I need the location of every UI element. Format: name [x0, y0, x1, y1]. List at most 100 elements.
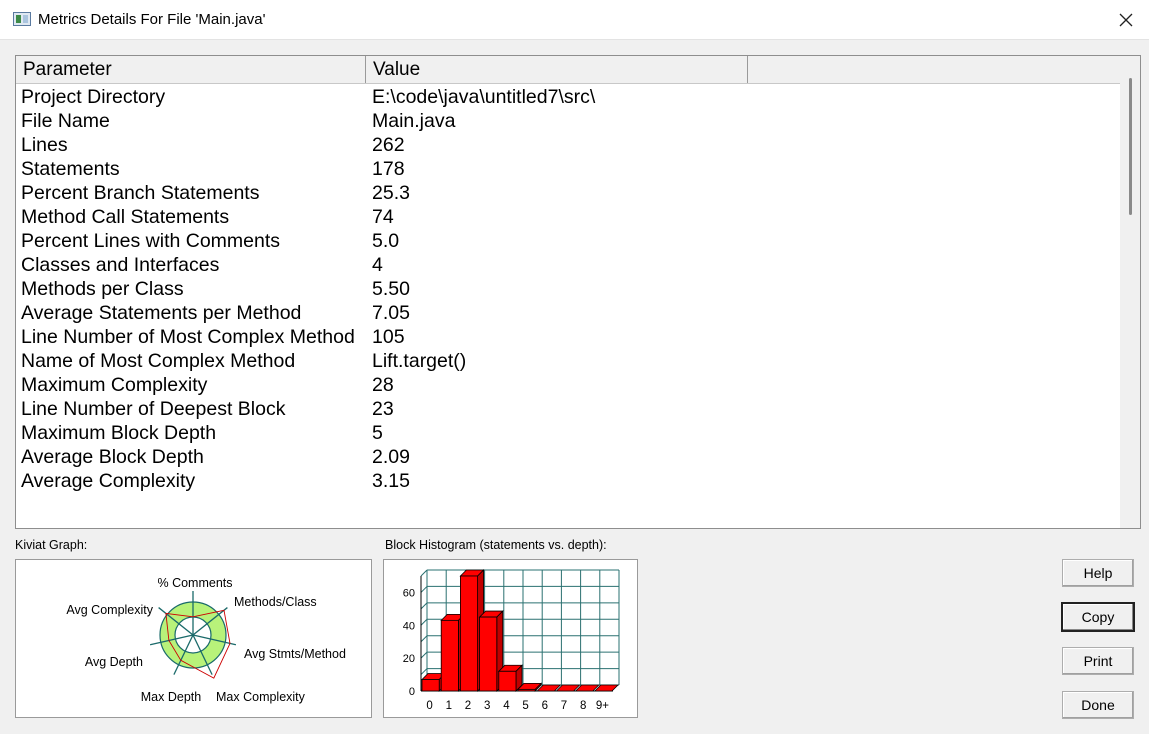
value-cell: 5	[372, 422, 383, 444]
histogram-label: Block Histogram (statements vs. depth):	[385, 538, 607, 552]
histogram-x-tick: 1	[446, 700, 452, 712]
histogram-bar	[460, 575, 479, 692]
histogram-svg: 0 20 40 60 0 1 2 3 4 5 6 7 8 9+	[403, 569, 620, 712]
table-row[interactable]: Methods per Class 5.50	[16, 277, 1116, 301]
help-button[interactable]: Help	[1062, 559, 1134, 587]
table-header: Parameter Value	[16, 56, 1120, 84]
histogram-x-tick: 0	[426, 700, 432, 712]
value-cell: 25.3	[372, 182, 410, 204]
kiviat-axis-label: Max Complexity	[216, 690, 306, 704]
value-cell: 105	[372, 326, 405, 348]
table-row[interactable]: Method Call Statements 74	[16, 205, 1116, 229]
histogram-gridline	[420, 618, 428, 626]
parameter-cell: File Name	[21, 110, 110, 132]
table-row[interactable]: Lines 262	[16, 133, 1116, 157]
table-row[interactable]: Percent Branch Statements 25.3	[16, 181, 1116, 205]
table-row[interactable]: Line Number of Most Complex Method 105	[16, 325, 1116, 349]
histogram-x-tick: 4	[503, 700, 510, 712]
kiviat-axis-label: Max Depth	[141, 690, 201, 704]
histogram-x-tick: 6	[542, 700, 548, 712]
histogram-gridline	[420, 651, 428, 659]
vertical-scrollbar[interactable]	[1120, 56, 1140, 528]
histogram-x-tick: 8	[580, 700, 586, 712]
parameter-cell: Average Statements per Method	[21, 302, 302, 324]
column-header-empty[interactable]	[748, 56, 1120, 83]
histogram-bar	[479, 616, 498, 692]
histogram-x-tick: 2	[465, 700, 471, 712]
histogram-gridline	[420, 602, 428, 610]
parameter-cell: Project Directory	[21, 86, 166, 108]
title-bar: Metrics Details For File 'Main.java'	[0, 0, 1149, 40]
value-cell: 74	[372, 206, 394, 228]
histogram-bar	[517, 688, 536, 692]
histogram-gridline	[420, 635, 428, 643]
block-histogram: 0 20 40 60 0 1 2 3 4 5 6 7 8 9+	[383, 559, 638, 718]
value-cell: 5.0	[372, 230, 400, 252]
table-row[interactable]: Name of Most Complex Method Lift.target()	[16, 349, 1116, 373]
value-cell: 262	[372, 134, 405, 156]
table-row[interactable]: File Name Main.java	[16, 109, 1116, 133]
histogram-gridline	[420, 586, 428, 593]
histogram-y-tick: 20	[403, 653, 415, 665]
parameter-cell: Line Number of Most Complex Method	[21, 326, 355, 348]
table-row[interactable]: Average Block Depth 2.09	[16, 445, 1116, 469]
histogram-gridline	[420, 668, 428, 675]
metrics-table: Parameter Value Project Directory E:\code…	[15, 55, 1141, 529]
parameter-cell: Name of Most Complex Method	[21, 350, 296, 372]
table-row[interactable]: Project Directory E:\code\java\untitled7\…	[16, 85, 1116, 109]
parameter-cell: Average Block Depth	[21, 446, 204, 468]
close-button[interactable]	[1103, 0, 1149, 40]
value-cell: 4	[372, 254, 383, 276]
kiviat-axis-label: Methods/Class	[234, 595, 317, 609]
copy-button[interactable]: Copy	[1062, 603, 1134, 631]
value-cell: 5.50	[372, 278, 410, 300]
value-cell: 7.05	[372, 302, 410, 324]
value-cell: 23	[372, 398, 394, 420]
column-header-value[interactable]: Value	[366, 56, 748, 83]
table-body: Project Directory E:\code\java\untitled7\…	[16, 85, 1116, 493]
value-cell: 28	[372, 374, 394, 396]
done-button[interactable]: Done	[1062, 691, 1134, 719]
kiviat-axis-label: Avg Depth	[85, 655, 143, 669]
value-cell: 2.09	[372, 446, 410, 468]
value-cell: Lift.target()	[372, 350, 467, 372]
histogram-y-tick: 0	[409, 686, 415, 698]
parameter-cell: Method Call Statements	[21, 206, 230, 228]
histogram-bar	[498, 670, 517, 692]
parameter-cell: Percent Lines with Comments	[21, 230, 281, 252]
parameter-cell: Maximum Complexity	[21, 374, 208, 396]
parameter-cell: Classes and Interfaces	[21, 254, 220, 276]
histogram-bar	[440, 619, 459, 692]
parameter-cell: Methods per Class	[21, 278, 184, 300]
column-header-parameter[interactable]: Parameter	[16, 56, 366, 83]
window-title: Metrics Details For File 'Main.java'	[38, 11, 266, 28]
parameter-cell: Average Complexity	[21, 470, 196, 492]
kiviat-axis-label: % Comments	[157, 576, 232, 590]
kiviat-graph: % Comments Methods/Class Avg Stmts/Metho…	[15, 559, 372, 718]
histogram-x-tick: 3	[484, 700, 490, 712]
table-row[interactable]: Percent Lines with Comments 5.0	[16, 229, 1116, 253]
kiviat-axis-label: Avg Complexity	[66, 603, 153, 617]
table-row[interactable]: Line Number of Deepest Block 23	[16, 397, 1116, 421]
kiviat-svg: % Comments Methods/Class Avg Stmts/Metho…	[66, 576, 346, 704]
histogram-y-tick: 40	[403, 620, 415, 632]
parameter-cell: Line Number of Deepest Block	[21, 398, 286, 420]
histogram-bar	[421, 679, 440, 692]
kiviat-label: Kiviat Graph:	[15, 538, 88, 552]
parameter-cell: Percent Branch Statements	[21, 182, 260, 204]
value-cell: E:\code\java\untitled7\src\	[372, 86, 596, 108]
kiviat-axis-label: Avg Stmts/Method	[244, 647, 346, 661]
parameter-cell: Lines	[21, 134, 68, 156]
table-row[interactable]: Classes and Interfaces 4	[16, 253, 1116, 277]
table-row[interactable]: Maximum Block Depth 5	[16, 421, 1116, 445]
value-cell: Main.java	[372, 110, 456, 132]
table-row[interactable]: Maximum Complexity 28	[16, 373, 1116, 397]
table-row[interactable]: Average Statements per Method 7.05	[16, 301, 1116, 325]
print-button[interactable]: Print	[1062, 647, 1134, 675]
table-row[interactable]: Statements 178	[16, 157, 1116, 181]
scrollbar-thumb[interactable]	[1129, 78, 1132, 215]
value-cell: 3.15	[372, 470, 410, 492]
histogram-gridline	[420, 569, 428, 577]
table-row[interactable]: Average Complexity 3.15	[16, 469, 1116, 493]
value-cell: 178	[372, 158, 405, 180]
